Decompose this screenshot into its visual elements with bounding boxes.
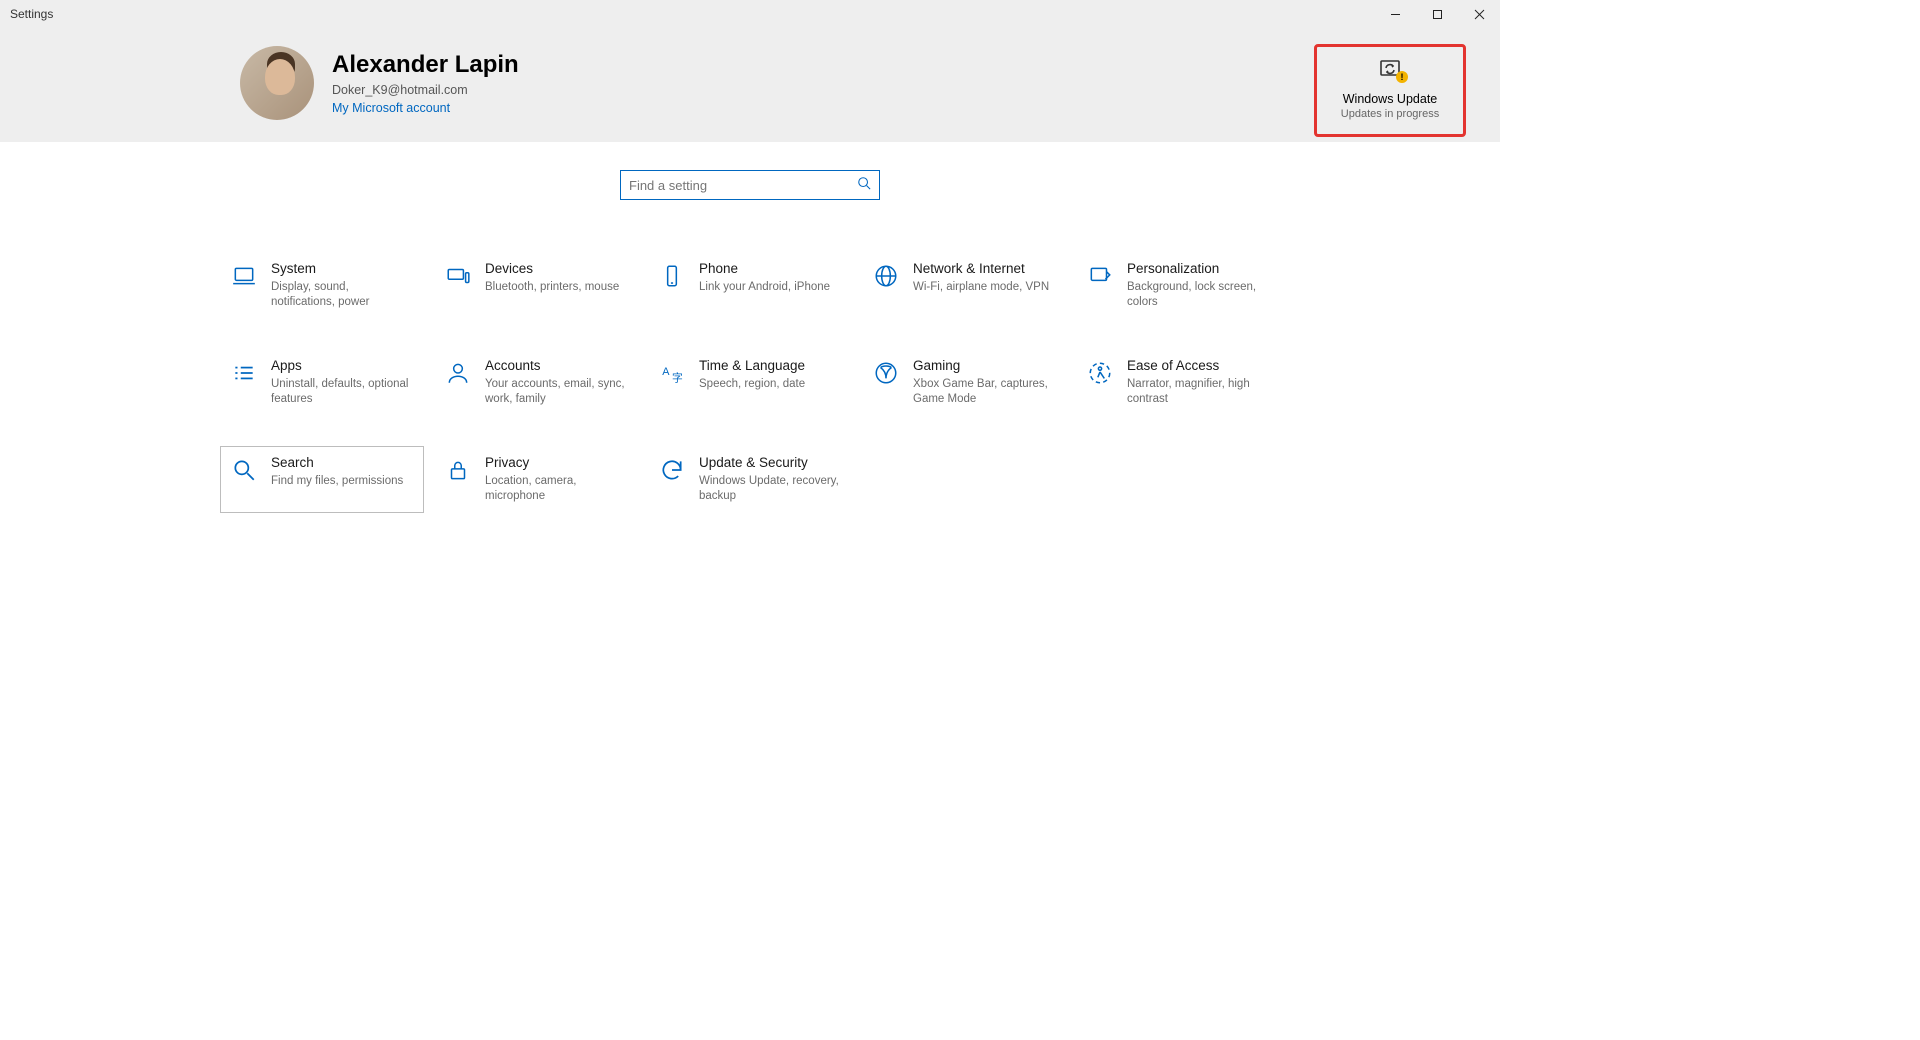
tile-title: Personalization [1127,261,1267,276]
header-band: Alexander Lapin Doker_K9@hotmail.com My … [0,28,1500,142]
tile-desc: Location, camera, microphone [485,474,625,504]
minimize-button[interactable] [1374,0,1416,28]
tile-gaming[interactable]: Gaming Xbox Game Bar, captures, Game Mode [862,349,1066,416]
tile-title: Privacy [485,455,625,470]
update-tile-subtitle: Updates in progress [1323,108,1457,120]
keyboard-icon [441,263,475,289]
tile-title: Network & Internet [913,261,1049,276]
tile-title: Devices [485,261,619,276]
tile-network[interactable]: Network & Internet Wi-Fi, airplane mode, … [862,252,1066,319]
tile-devices[interactable]: Devices Bluetooth, printers, mouse [434,252,638,319]
tile-title: Update & Security [699,455,839,470]
refresh-icon [655,457,689,483]
close-button[interactable] [1458,0,1500,28]
tile-desc: Xbox Game Bar, captures, Game Mode [913,377,1053,407]
microsoft-account-link[interactable]: My Microsoft account [332,101,519,115]
tile-desc: Uninstall, defaults, optional features [271,377,411,407]
tile-privacy[interactable]: Privacy Location, camera, microphone [434,446,638,513]
tile-title: Time & Language [699,358,805,373]
search-icon [857,176,871,195]
tile-title: Gaming [913,358,1053,373]
tile-desc: Your accounts, email, sync, work, family [485,377,625,407]
tile-title: Phone [699,261,830,276]
search-box[interactable] [620,170,880,200]
tile-system[interactable]: System Display, sound, notifications, pow… [220,252,424,319]
tile-desc: Wi-Fi, airplane mode, VPN [913,280,1049,295]
user-meta: Alexander Lapin Doker_K9@hotmail.com My … [332,51,519,116]
tile-desc: Windows Update, recovery, backup [699,474,839,504]
laptop-icon [227,263,261,289]
settings-grid: System Display, sound, notifications, pow… [220,214,1280,513]
xbox-icon [869,360,903,386]
user-avatar[interactable] [240,46,314,120]
tile-desc: Find my files, permissions [271,474,403,489]
window-controls [1374,0,1500,28]
maximize-button[interactable] [1416,0,1458,28]
tile-title: Apps [271,358,411,373]
tile-desc: Link your Android, iPhone [699,280,830,295]
window-title: Settings [10,7,53,21]
windows-update-tile[interactable]: ! Windows Update Updates in progress [1314,44,1466,137]
globe-icon [869,263,903,289]
tile-desc: Speech, region, date [699,377,805,392]
search-area [0,142,1500,214]
tile-time-language[interactable]: A字 Time & Language Speech, region, date [648,349,852,416]
alert-badge-icon: ! [1396,71,1408,83]
paint-icon [1083,263,1117,289]
tile-title: Accounts [485,358,625,373]
update-tile-title: Windows Update [1323,92,1457,106]
tile-title: Search [271,455,403,470]
svg-text:A: A [662,366,670,378]
user-email: Doker_K9@hotmail.com [332,83,519,97]
accessibility-icon [1083,360,1117,386]
lock-icon [441,457,475,483]
tile-title: Ease of Access [1127,358,1267,373]
tile-phone[interactable]: Phone Link your Android, iPhone [648,252,852,319]
tile-personalization[interactable]: Personalization Background, lock screen, … [1076,252,1280,319]
language-icon: A字 [655,360,689,386]
tile-desc: Background, lock screen, colors [1127,280,1267,310]
tile-search[interactable]: Search Find my files, permissions [220,446,424,513]
tile-desc: Bluetooth, printers, mouse [485,280,619,295]
tile-apps[interactable]: Apps Uninstall, defaults, optional featur… [220,349,424,416]
content-area: System Display, sound, notifications, pow… [0,214,1500,513]
search-input[interactable] [629,178,857,193]
phone-icon [655,263,689,289]
magnifier-icon [227,457,261,483]
tile-update-security[interactable]: Update & Security Windows Update, recover… [648,446,852,513]
tile-title: System [271,261,411,276]
tile-accounts[interactable]: Accounts Your accounts, email, sync, work… [434,349,638,416]
titlebar: Settings [0,0,1500,28]
tile-desc: Display, sound, notifications, power [271,280,411,310]
user-name: Alexander Lapin [332,51,519,80]
tile-desc: Narrator, magnifier, high contrast [1127,377,1267,407]
tile-ease-of-access[interactable]: Ease of Access Narrator, magnifier, high … [1076,349,1280,416]
list-icon [227,360,261,386]
person-icon [441,360,475,386]
svg-text:字: 字 [672,371,683,385]
